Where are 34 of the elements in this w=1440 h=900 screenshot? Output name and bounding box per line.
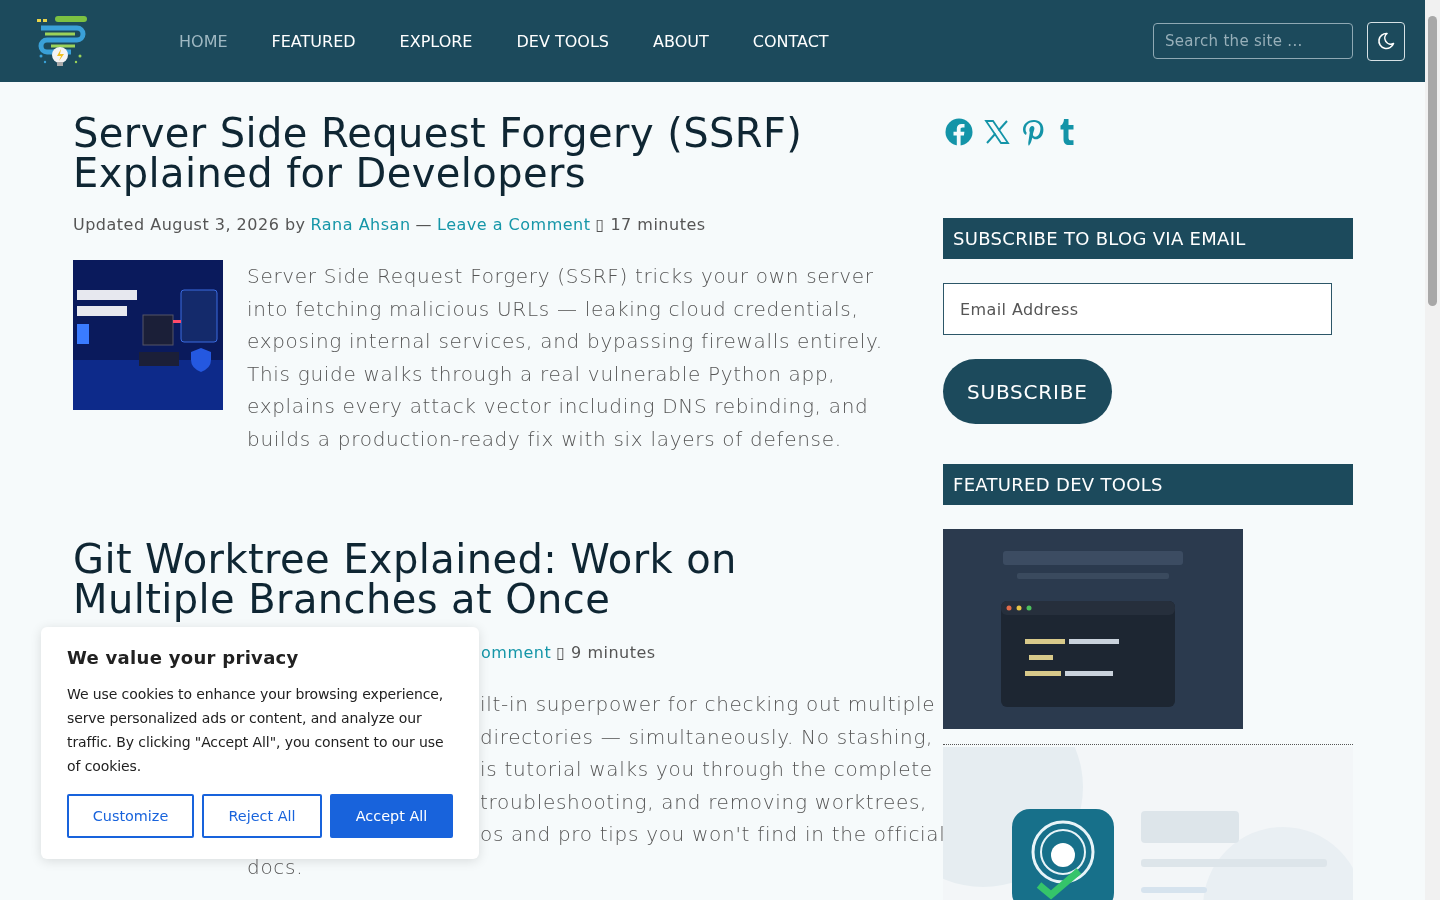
excerpt-line: is tutorial walks you through the complete bbox=[480, 756, 933, 783]
widget-title: SUBSCRIBE TO BLOG VIA EMAIL bbox=[943, 218, 1353, 259]
moon-icon bbox=[1376, 31, 1396, 51]
excerpt-line: troubleshooting, and removing worktrees, bbox=[480, 788, 928, 816]
widget-title: FEATURED DEV TOOLS bbox=[943, 464, 1353, 505]
dark-mode-button[interactable] bbox=[1367, 21, 1405, 61]
excerpt-line: directories — simultaneously. No stashing, bbox=[480, 723, 934, 751]
nav-link[interactable]: ABOUT bbox=[631, 31, 731, 51]
cookie-button[interactable]: Accept All bbox=[330, 794, 453, 838]
tumblr-icon[interactable] bbox=[1058, 118, 1076, 146]
post-excerpt: Server Side Request Forgery (SSRF) tricks your own server into fetching malicious URLs — leaking cloud credentials, exposing internal services, and bypassing firewalls entirely. This guide walks through a real vulnerable Python app, explains every attack vector including DNS rebinding, and builds a production-ready fix with six layers of defense. bbox=[247, 263, 884, 453]
excerpt-line: ilt-in superpower for checking out multiple bbox=[480, 691, 936, 718]
x-icon[interactable] bbox=[984, 119, 1010, 145]
scrollbar-thumb[interactable] bbox=[1428, 16, 1437, 306]
cookie-button[interactable]: Customize bbox=[67, 794, 194, 838]
scrollbar[interactable] bbox=[1425, 0, 1440, 900]
reading-time: ▯ 9 minutes bbox=[556, 643, 656, 662]
post-date: Updated August 3, 2026 by bbox=[73, 215, 306, 234]
nav-link[interactable]: DEV TOOLS bbox=[494, 31, 631, 51]
excerpt-line: os and pro tips you won't find in the official bbox=[480, 821, 946, 848]
cookie-button[interactable]: Reject All bbox=[202, 794, 322, 838]
cookie-title: We value your privacy bbox=[67, 647, 300, 668]
reading-time: ▯ 17 minutes bbox=[595, 215, 706, 234]
cookie-text: We use cookies to enhance your browsing experience, serve personalized ads or content, and analyze our traffic. By clicking "Accept All", you consent to our use of cookies. bbox=[67, 685, 445, 776]
nav-link[interactable]: FEATURED bbox=[249, 31, 378, 51]
search-field[interactable]: Search the site ... bbox=[1153, 23, 1353, 59]
nav-link[interactable]: CONTACT bbox=[730, 31, 851, 51]
email-field[interactable]: Email Address bbox=[943, 283, 1332, 335]
separator: — bbox=[415, 215, 432, 234]
facebook-icon[interactable] bbox=[945, 118, 973, 146]
nav-link[interactable]: EXPLORE bbox=[377, 31, 495, 51]
excerpt-line: docs. bbox=[247, 853, 304, 881]
subscribe-button[interactable]: SUBSCRIBE bbox=[943, 359, 1112, 424]
nav-link[interactable]: HOME bbox=[157, 31, 250, 51]
